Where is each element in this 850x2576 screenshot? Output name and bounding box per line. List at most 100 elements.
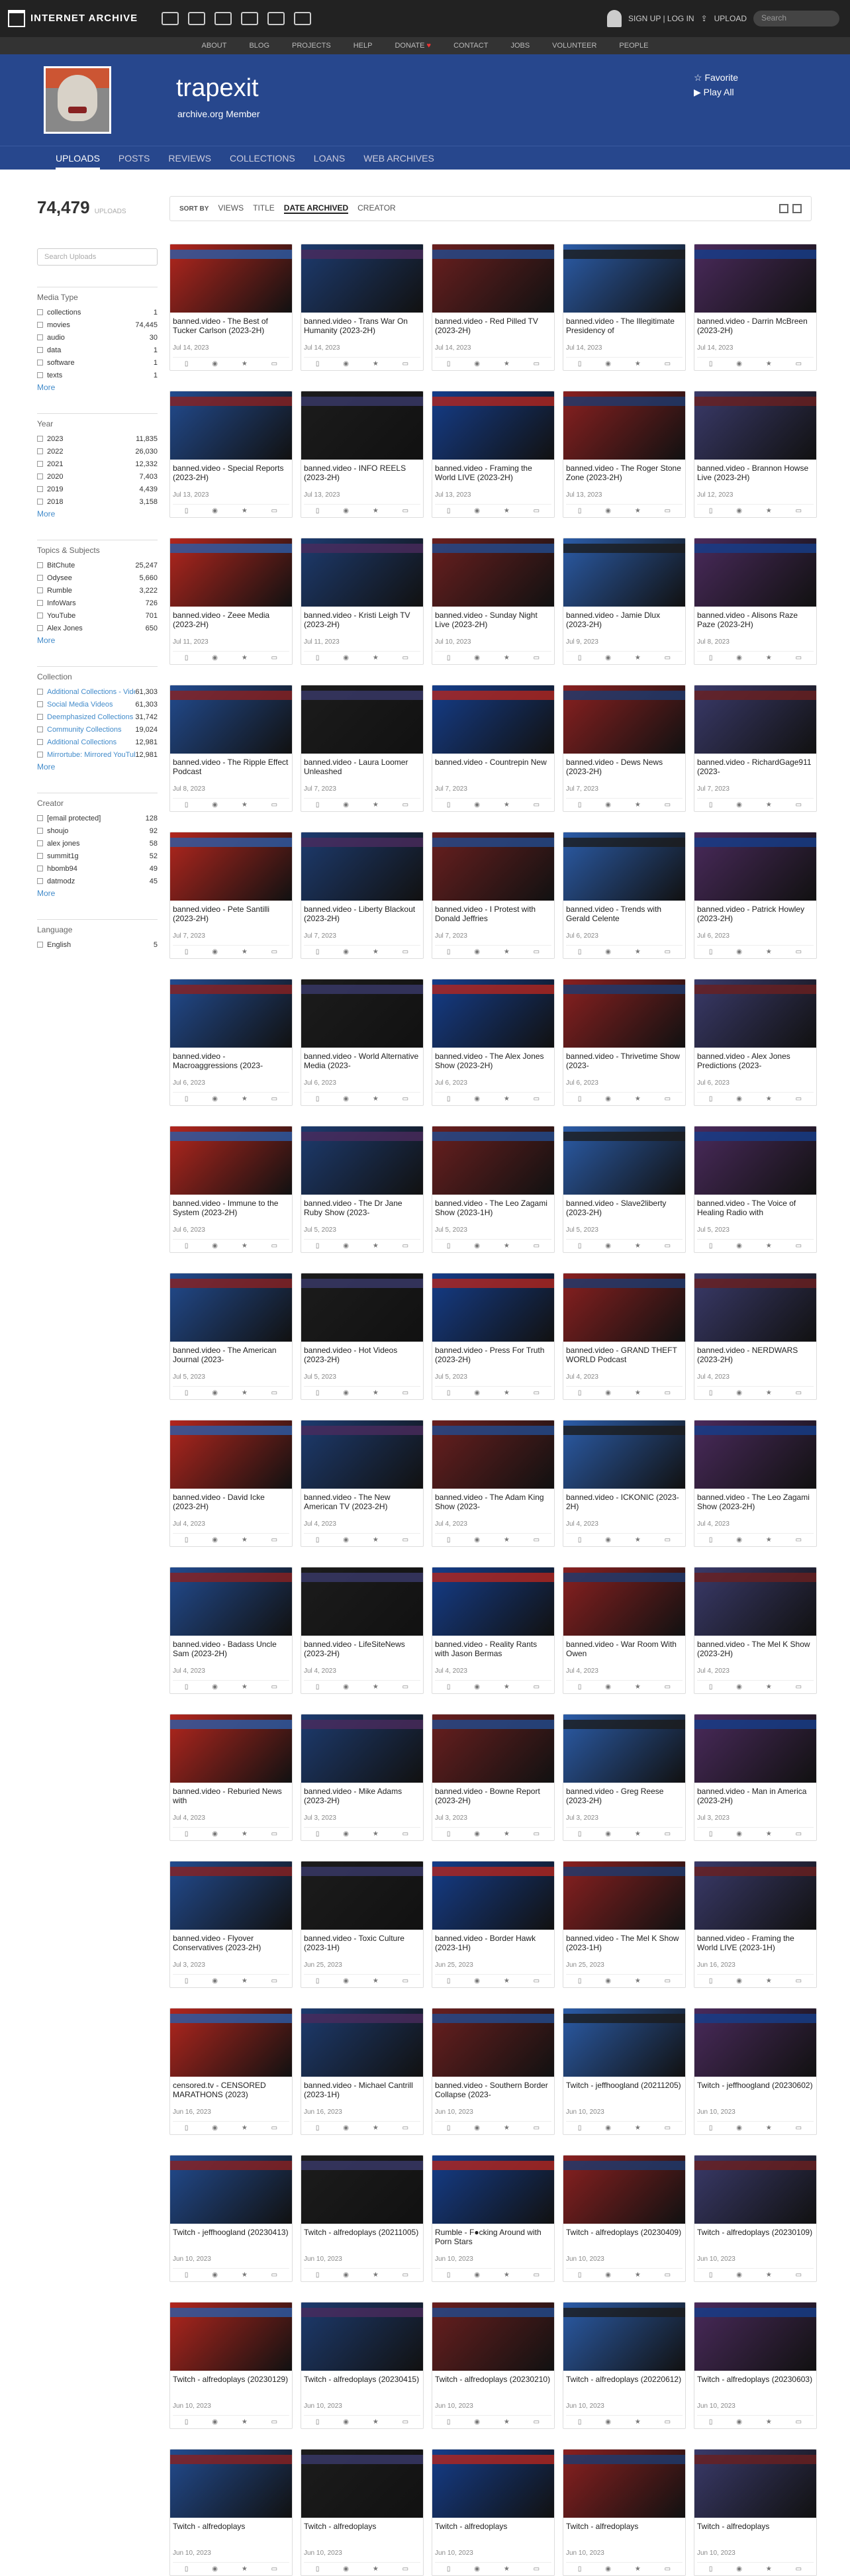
checkbox[interactable]: [37, 600, 43, 606]
result-tile[interactable]: banned.video - The Dr Jane Ruby Show (20…: [301, 1126, 424, 1253]
thumbnail[interactable]: [170, 2008, 292, 2077]
thumbnail[interactable]: [563, 2450, 685, 2518]
facet-row[interactable]: 2023 11,835: [37, 434, 158, 444]
facet-row[interactable]: collections 1: [37, 307, 158, 317]
subnav-item-jobs[interactable]: JOBS: [510, 42, 530, 50]
item-title[interactable]: Twitch - alfredoplays: [432, 2518, 554, 2550]
item-title[interactable]: Twitch - jeffhoogland (20211205): [563, 2077, 685, 2108]
item-title[interactable]: banned.video - Alex Jones Predictions (2…: [694, 1048, 816, 1079]
checkbox[interactable]: [37, 562, 43, 568]
item-title[interactable]: banned.video - Dews News (2023-2H): [563, 754, 685, 785]
facet-row[interactable]: Deemphasized Collections 31,742: [37, 712, 158, 722]
result-tile[interactable]: censored.tv - CENSORED MARATHONS (2023) J…: [169, 2008, 293, 2135]
list-view-icon[interactable]: [792, 204, 802, 213]
item-title[interactable]: Twitch - alfredoplays (20230109): [694, 2224, 816, 2255]
facet-row[interactable]: movies 74,445: [37, 320, 158, 330]
result-tile[interactable]: banned.video - The Best of Tucker Carlso…: [169, 244, 293, 371]
thumbnail[interactable]: [432, 1420, 554, 1489]
thumbnail[interactable]: [694, 2155, 816, 2224]
item-title[interactable]: banned.video - The Mel K Show (2023-1H): [563, 1930, 685, 1961]
upload-link[interactable]: UPLOAD: [714, 14, 747, 23]
checkbox[interactable]: [37, 334, 43, 340]
upload-icon[interactable]: ⇪: [701, 14, 708, 23]
result-tile[interactable]: banned.video - Darrin McBreen (2023-2H) J…: [694, 244, 817, 371]
facet-row[interactable]: hbomb94 49: [37, 864, 158, 873]
sort-option-title[interactable]: TITLE: [253, 203, 275, 214]
thumbnail[interactable]: [432, 244, 554, 313]
result-tile[interactable]: banned.video - The Mel K Show (2023-2H) J…: [694, 1567, 817, 1694]
thumbnail[interactable]: [170, 1861, 292, 1930]
item-title[interactable]: banned.video - Red Pilled TV (2023-2H): [432, 313, 554, 344]
item-title[interactable]: banned.video - Badass Uncle Sam (2023-2H…: [170, 1636, 292, 1667]
result-tile[interactable]: Twitch - jeffhoogland (20211205) Jun 10, …: [563, 2008, 686, 2135]
result-tile[interactable]: banned.video - The Alex Jones Show (2023…: [432, 979, 555, 1106]
facet-more-link[interactable]: More: [37, 762, 158, 771]
thumbnail[interactable]: [301, 1861, 423, 1930]
result-tile[interactable]: banned.video - The New American TV (2023…: [301, 1420, 424, 1547]
thumbnail[interactable]: [694, 979, 816, 1048]
result-tile[interactable]: banned.video - The Illegitimate Presiden…: [563, 244, 686, 371]
item-title[interactable]: banned.video - Bowne Report (2023-2H): [432, 1783, 554, 1814]
item-title[interactable]: banned.video - The New American TV (2023…: [301, 1489, 423, 1520]
thumbnail[interactable]: [694, 1714, 816, 1783]
item-title[interactable]: banned.video - The American Journal (202…: [170, 1342, 292, 1373]
item-title[interactable]: banned.video - Toxic Culture (2023-1H): [301, 1930, 423, 1961]
item-title[interactable]: banned.video - LifeSiteNews (2023-2H): [301, 1636, 423, 1667]
thumbnail[interactable]: [694, 391, 816, 460]
thumbnail[interactable]: [694, 538, 816, 607]
result-tile[interactable]: Twitch - jeffhoogland (20230602) Jun 10, …: [694, 2008, 817, 2135]
item-title[interactable]: banned.video - INFO REELS (2023-2H): [301, 460, 423, 491]
facet-row[interactable]: 2018 3,158: [37, 497, 158, 507]
result-tile[interactable]: Twitch - alfredoplays (20230210) Jun 10, …: [432, 2302, 555, 2429]
thumbnail[interactable]: [301, 1420, 423, 1489]
checkbox[interactable]: [37, 461, 43, 467]
item-title[interactable]: Rumble - F●cking Around with Porn Stars: [432, 2224, 554, 2255]
result-tile[interactable]: Twitch - alfredoplays (20230129) Jun 10, …: [169, 2302, 293, 2429]
item-title[interactable]: Twitch - alfredoplays: [563, 2518, 685, 2550]
facet-row[interactable]: 2019 4,439: [37, 484, 158, 494]
facet-row[interactable]: YouTube 701: [37, 611, 158, 620]
result-tile[interactable]: Twitch - jeffhoogland (20230413) Jun 10, …: [169, 2155, 293, 2282]
thumbnail[interactable]: [432, 1567, 554, 1636]
item-title[interactable]: banned.video - Jamie Dlux (2023-2H): [563, 607, 685, 638]
play-all-button[interactable]: ▶ Play All: [694, 85, 738, 99]
checkbox[interactable]: [37, 322, 43, 328]
item-title[interactable]: banned.video - Press For Truth (2023-2H): [432, 1342, 554, 1373]
thumbnail[interactable]: [432, 1273, 554, 1342]
item-title[interactable]: Twitch - alfredoplays: [301, 2518, 423, 2550]
thumbnail[interactable]: [301, 1714, 423, 1783]
web-icon[interactable]: [162, 12, 179, 25]
subnav-item-about[interactable]: ABOUT: [202, 42, 227, 50]
checkbox[interactable]: [37, 309, 43, 315]
thumbnail[interactable]: [301, 832, 423, 901]
facet-more-link[interactable]: More: [37, 509, 158, 519]
item-title[interactable]: banned.video - The Mel K Show (2023-2H): [694, 1636, 816, 1667]
result-tile[interactable]: Twitch - alfredoplays (20230409) Jun 10, …: [563, 2155, 686, 2282]
thumbnail[interactable]: [432, 2303, 554, 2371]
item-title[interactable]: banned.video - Man in America (2023-2H): [694, 1783, 816, 1814]
result-tile[interactable]: banned.video - Slave2liberty (2023-2H) Ju…: [563, 1126, 686, 1253]
thumbnail[interactable]: [301, 1273, 423, 1342]
result-tile[interactable]: banned.video - INFO REELS (2023-2H) Jul 1…: [301, 391, 424, 518]
result-tile[interactable]: banned.video - Sunday Night Live (2023-2…: [432, 538, 555, 665]
item-title[interactable]: banned.video - Kristi Leigh TV (2023-2H): [301, 607, 423, 638]
item-title[interactable]: banned.video - The Voice of Healing Radi…: [694, 1195, 816, 1226]
result-tile[interactable]: banned.video - Hot Videos (2023-2H) Jul 5…: [301, 1273, 424, 1400]
item-title[interactable]: banned.video - Border Hawk (2023-1H): [432, 1930, 554, 1961]
result-tile[interactable]: banned.video - The Leo Zagami Show (2023…: [694, 1420, 817, 1547]
item-title[interactable]: Twitch - alfredoplays (20230409): [563, 2224, 685, 2255]
search-input[interactable]: Search: [753, 11, 839, 26]
result-tile[interactable]: banned.video - Red Pilled TV (2023-2H) Ju…: [432, 244, 555, 371]
facet-row[interactable]: BitChute 25,247: [37, 560, 158, 570]
thumbnail[interactable]: [563, 1273, 685, 1342]
item-title[interactable]: Twitch - jeffhoogland (20230602): [694, 2077, 816, 2108]
result-tile[interactable]: banned.video - Badass Uncle Sam (2023-2H…: [169, 1567, 293, 1694]
checkbox[interactable]: [37, 448, 43, 454]
thumbnail[interactable]: [170, 685, 292, 754]
thumbnail[interactable]: [563, 538, 685, 607]
checkbox[interactable]: [37, 701, 43, 707]
checkbox[interactable]: [37, 347, 43, 353]
facet-row[interactable]: data 1: [37, 345, 158, 355]
facet-row[interactable]: datmodz 45: [37, 876, 158, 886]
item-title[interactable]: banned.video - Reality Rants with Jason …: [432, 1636, 554, 1667]
